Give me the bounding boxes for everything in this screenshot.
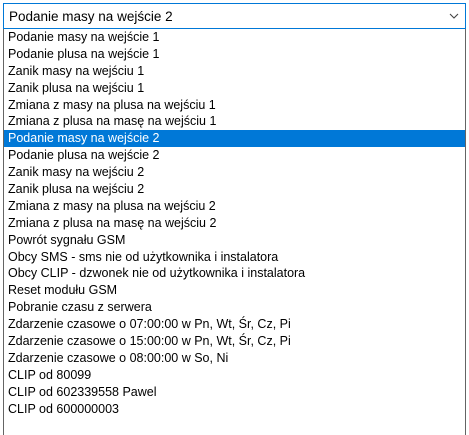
list-item[interactable]: CLIP od 80099 — [4, 367, 465, 384]
chevron-down-icon[interactable] — [443, 4, 465, 28]
list-item[interactable]: Obcy CLIP - dzwonek nie od użytkownika i… — [4, 265, 465, 282]
list-item[interactable]: Zdarzenie czasowe o 08:00:00 w So, Ni — [4, 350, 465, 367]
list-item[interactable]: Zmiana z masy na plusa na wejściu 2 — [4, 198, 465, 215]
event-combobox[interactable]: Podanie masy na wejście 2 — [3, 3, 466, 29]
list-item[interactable]: Obcy SMS - sms nie od użytkownika i inst… — [4, 249, 465, 266]
list-item[interactable]: Zmiana z masy na plusa na wejściu 1 — [4, 97, 465, 114]
list-item-selected[interactable]: Podanie masy na wejście 2 — [4, 130, 465, 148]
list-item[interactable]: Pobranie czasu z serwera — [4, 299, 465, 316]
list-item[interactable]: Podanie plusa na wejście 1 — [4, 46, 465, 63]
dropdown-list[interactable]: Podanie masy na wejście 1 Podanie plusa n… — [3, 29, 466, 435]
list-item[interactable]: Zanik plusa na wejściu 1 — [4, 80, 465, 97]
list-item[interactable]: Podanie plusa na wejście 2 — [4, 147, 465, 164]
list-item[interactable]: Zanik masy na wejściu 1 — [4, 63, 465, 80]
list-item[interactable]: Zdarzenie czasowe o 07:00:00 w Pn, Wt, Ś… — [4, 316, 465, 333]
list-item[interactable]: Powrót sygnału GSM — [4, 232, 465, 249]
event-dropdown: Podanie masy na wejście 2 Podanie masy n… — [0, 0, 469, 435]
list-item[interactable]: Zmiana z plusa na masę na wejściu 1 — [4, 113, 465, 130]
list-item[interactable]: Zanik masy na wejściu 2 — [4, 164, 465, 181]
list-item[interactable]: Zanik plusa na wejściu 2 — [4, 181, 465, 198]
list-item[interactable]: Zmiana z plusa na masę na wejściu 2 — [4, 215, 465, 232]
list-item[interactable]: Zdarzenie czasowe o 15:00:00 w Pn, Wt, Ś… — [4, 333, 465, 350]
list-item[interactable]: CLIP od 602339558 Pawel — [4, 384, 465, 401]
list-item[interactable]: Reset modułu GSM — [4, 282, 465, 299]
list-item[interactable]: Podanie masy na wejście 1 — [4, 29, 465, 46]
combobox-selected-value: Podanie masy na wejście 2 — [9, 8, 173, 24]
list-item[interactable]: CLIP od 600000003 — [4, 401, 465, 418]
